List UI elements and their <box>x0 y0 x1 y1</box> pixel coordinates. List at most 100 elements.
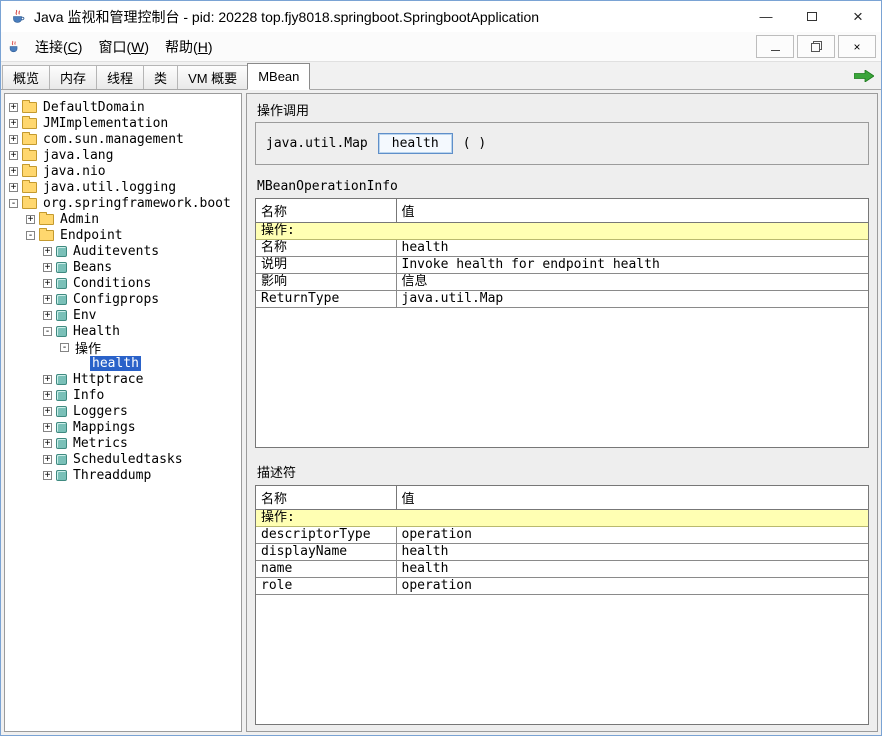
name-cell[interactable]: descriptorType <box>256 527 396 544</box>
value-cell[interactable]: health <box>396 561 868 578</box>
column-header[interactable]: 名称 <box>256 486 396 510</box>
tree-item[interactable]: + Env <box>5 307 241 323</box>
tree-item-label[interactable]: JMImplementation <box>41 116 170 131</box>
table-row[interactable]: 名称health <box>256 240 868 257</box>
tree-item-label[interactable]: 操作 <box>73 338 103 357</box>
column-header[interactable]: 值 <box>396 486 868 510</box>
tree-item[interactable]: + com.sun.management <box>5 131 241 147</box>
tab-threads[interactable]: 线程 <box>96 65 144 89</box>
tree-item-label[interactable]: Httptrace <box>71 372 145 387</box>
maximize-button[interactable] <box>789 2 835 32</box>
collapse-icon[interactable]: - <box>26 231 35 240</box>
value-cell[interactable]: health <box>396 544 868 561</box>
column-header[interactable]: 值 <box>396 199 868 223</box>
minimize-button[interactable]: — <box>743 2 789 32</box>
expand-icon[interactable]: + <box>43 471 52 480</box>
expand-icon[interactable]: + <box>43 247 52 256</box>
menu-window[interactable]: 窗口(W) <box>90 33 157 61</box>
tree-item[interactable]: -Endpoint <box>5 227 241 243</box>
tree-item[interactable]: + Configprops <box>5 291 241 307</box>
name-cell[interactable]: 名称 <box>256 240 396 257</box>
tree-item[interactable]: + DefaultDomain <box>5 99 241 115</box>
table-row[interactable]: roleoperation <box>256 578 868 595</box>
table-row[interactable]: 说明Invoke health for endpoint health <box>256 257 868 274</box>
value-cell[interactable]: operation <box>396 578 868 595</box>
tree-item-label[interactable]: Loggers <box>71 404 130 419</box>
value-cell[interactable]: Invoke health for endpoint health <box>396 257 868 274</box>
expand-icon[interactable]: + <box>9 135 18 144</box>
tree-item-label[interactable]: Mappings <box>71 420 138 435</box>
tree-item-label[interactable]: java.util.logging <box>41 180 178 195</box>
tree-item[interactable]: - Health <box>5 323 241 339</box>
table-row[interactable]: descriptorTypeoperation <box>256 527 868 544</box>
tree-item-label[interactable]: com.sun.management <box>41 132 186 147</box>
tree-item-label[interactable]: org.springframework.boot <box>41 196 233 211</box>
tree-item-label[interactable]: health <box>90 356 141 371</box>
tree-item-label[interactable]: Admin <box>58 212 101 227</box>
table-row[interactable]: ReturnTypejava.util.Map <box>256 291 868 308</box>
tab-overview[interactable]: 概览 <box>2 65 50 89</box>
expand-icon[interactable]: + <box>9 103 18 112</box>
name-cell[interactable]: 说明 <box>256 257 396 274</box>
menu-help[interactable]: 帮助(H) <box>157 33 220 61</box>
name-cell[interactable]: ReturnType <box>256 291 396 308</box>
tab-memory[interactable]: 内存 <box>49 65 97 89</box>
table-row[interactable]: displayNamehealth <box>256 544 868 561</box>
tree-item[interactable]: + Auditevents <box>5 243 241 259</box>
tree-item[interactable]: -org.springframework.boot <box>5 195 241 211</box>
collapse-icon[interactable]: - <box>43 327 52 336</box>
value-cell[interactable]: health <box>396 240 868 257</box>
tree-item-label[interactable]: DefaultDomain <box>41 100 147 115</box>
section-row[interactable]: 操作: <box>256 510 868 527</box>
expand-icon[interactable]: + <box>26 215 35 224</box>
expand-icon[interactable]: + <box>43 407 52 416</box>
expand-icon[interactable]: + <box>9 183 18 192</box>
close-button[interactable]: × <box>835 2 881 32</box>
value-cell[interactable]: java.util.Map <box>396 291 868 308</box>
value-cell[interactable]: 信息 <box>396 274 868 291</box>
expand-icon[interactable]: + <box>43 263 52 272</box>
tree-item[interactable]: + Scheduledtasks <box>5 451 241 467</box>
tree-item-label[interactable]: Env <box>71 308 98 323</box>
table-row[interactable]: 影响信息 <box>256 274 868 291</box>
frame-minimize-button[interactable] <box>756 35 794 58</box>
name-cell[interactable]: role <box>256 578 396 595</box>
tab-classes[interactable]: 类 <box>143 65 178 89</box>
frame-restore-button[interactable] <box>797 35 835 58</box>
collapse-icon[interactable]: - <box>60 343 69 352</box>
tree-item-label[interactable]: Auditevents <box>71 244 161 259</box>
expand-icon[interactable]: + <box>43 439 52 448</box>
tree-item[interactable]: + Beans <box>5 259 241 275</box>
expand-icon[interactable]: + <box>43 455 52 464</box>
expand-icon[interactable]: + <box>43 295 52 304</box>
menu-connect[interactable]: 连接(C) <box>27 33 90 61</box>
tree-item[interactable]: +java.lang <box>5 147 241 163</box>
value-cell[interactable]: operation <box>396 527 868 544</box>
tree-item[interactable]: health <box>5 355 241 371</box>
tree-item-label[interactable]: Scheduledtasks <box>71 452 185 467</box>
tree-item[interactable]: +Conditions <box>5 275 241 291</box>
expand-icon[interactable]: + <box>43 423 52 432</box>
tree-item[interactable]: + Loggers <box>5 403 241 419</box>
section-row[interactable]: 操作: <box>256 223 868 240</box>
tree-item-label[interactable]: Info <box>71 388 106 403</box>
tree-item[interactable]: + Metrics <box>5 435 241 451</box>
tree-item[interactable]: -操作 <box>5 339 241 355</box>
expand-icon[interactable]: + <box>43 311 52 320</box>
expand-icon[interactable]: + <box>9 167 18 176</box>
name-cell[interactable]: name <box>256 561 396 578</box>
tree-item-label[interactable]: Beans <box>71 260 114 275</box>
tree-item[interactable]: + java.nio <box>5 163 241 179</box>
table-row[interactable]: namehealth <box>256 561 868 578</box>
tree-item-label[interactable]: Health <box>71 324 122 339</box>
tree-item[interactable]: + java.util.logging <box>5 179 241 195</box>
invoke-health-button[interactable]: health <box>378 133 453 154</box>
name-cell[interactable]: 影响 <box>256 274 396 291</box>
expand-icon[interactable]: + <box>43 375 52 384</box>
tree-item-label[interactable]: Configprops <box>71 292 161 307</box>
tree-item-label[interactable]: Metrics <box>71 436 130 451</box>
tree-item-label[interactable]: java.nio <box>41 164 108 179</box>
tab-vm-summary[interactable]: VM 概要 <box>177 65 248 89</box>
tree-item-label[interactable]: Conditions <box>71 276 153 291</box>
tree-item[interactable]: + Mappings <box>5 419 241 435</box>
